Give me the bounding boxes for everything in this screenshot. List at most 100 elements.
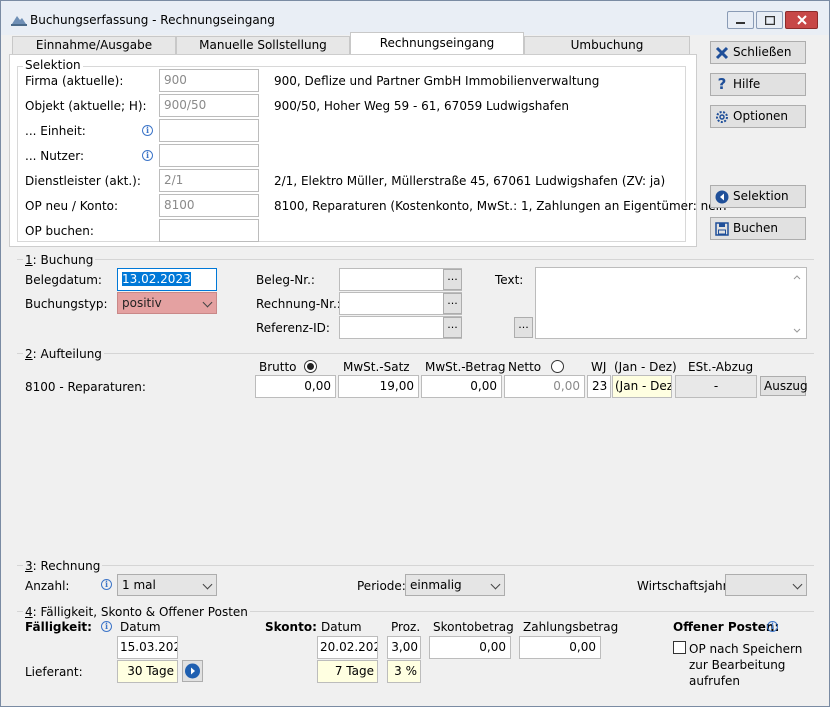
zahlungsbetrag-input[interactable]: 0,00 — [519, 636, 601, 659]
firma-label: Firma (aktuelle): — [25, 74, 124, 88]
tab-manuelle-sollstellung[interactable]: Manuelle Sollstellung — [176, 36, 350, 54]
options-button[interactable]: Optionen — [710, 105, 806, 128]
anzahl-info-icon[interactable]: i — [101, 579, 112, 590]
rechnungnr-browse-button[interactable]: ... — [443, 293, 462, 314]
close-window-button[interactable] — [785, 11, 818, 29]
einheit-info-icon[interactable]: i — [142, 125, 153, 136]
rechnung-divider — [17, 565, 814, 566]
skonto-datum-input[interactable]: 20.02.2023 — [317, 636, 378, 659]
est-field: - — [675, 375, 757, 398]
maximize-icon — [764, 15, 775, 25]
konto-row-label: 8100 - Reparaturen: — [25, 380, 146, 394]
skonto-tage-field: 7 Tage — [317, 660, 378, 683]
chevron-down-icon — [792, 579, 803, 590]
mwst-satz-header: MwSt.-Satz — [343, 360, 410, 374]
firma-input[interactable]: 900 — [159, 69, 259, 92]
auszug-button[interactable]: Auszug — [760, 376, 808, 396]
maximize-button[interactable] — [756, 11, 783, 29]
einheit-input[interactable] — [159, 119, 259, 142]
netto-input[interactable]: 0,00 — [504, 375, 585, 398]
period-field: (Jan - Dez) — [612, 375, 672, 398]
referenzid-label: Referenz-ID: — [256, 321, 330, 335]
help-button-label: Hilfe — [733, 77, 761, 91]
close-button[interactable]: Schließen — [710, 41, 806, 64]
dienstleister-desc: 2/1, Elektro Müller, Müllerstraße 45, 67… — [274, 174, 666, 188]
belegnr-browse-button[interactable]: ... — [443, 269, 462, 290]
wirtschaftsjahr-select[interactable] — [725, 574, 807, 596]
brutto-input[interactable]: 0,00 — [255, 375, 336, 398]
referenzid-browse-button[interactable]: ... — [443, 317, 462, 338]
text-scrollbar[interactable] — [793, 274, 801, 334]
op-checkbox[interactable] — [673, 641, 686, 654]
nutzer-info-icon[interactable]: i — [142, 150, 153, 161]
periode-select[interactable]: einmalig — [405, 574, 505, 596]
faelligkeit-datum-input[interactable]: 15.03.2023 — [117, 636, 178, 659]
tab-umbuchung[interactable]: Umbuchung — [524, 36, 690, 54]
faelligkeit-info-icon[interactable]: i — [101, 621, 112, 632]
selection-button-label: Selektion — [733, 189, 789, 203]
proz-label: Proz. — [391, 620, 421, 634]
selection-button[interactable]: Selektion — [710, 185, 806, 208]
window-title: Buchungserfassung - Rechnungseingang — [30, 13, 275, 27]
op-konto-desc: 8100, Reparaturen (Kostenkonto, MwSt.: 1… — [274, 199, 727, 213]
objekt-label: Objekt (aktuelle; H): — [25, 99, 147, 113]
mwst-betrag-header: MwSt.-Betrag — [425, 360, 506, 374]
lieferant-tage-field: 30 Tage — [117, 660, 178, 683]
op-buchen-input[interactable] — [159, 219, 259, 242]
book-button[interactable]: Buchen — [710, 217, 806, 240]
minimize-button[interactable] — [727, 11, 754, 29]
book-button-label: Buchen — [733, 221, 779, 235]
tab-einnahme-ausgabe[interactable]: Einnahme/Ausgabe — [12, 36, 176, 54]
faelligkeit-datum-label: Datum — [120, 620, 161, 634]
netto-radio[interactable] — [551, 360, 564, 373]
selektion-title: Selektion — [23, 58, 83, 72]
skontobetrag-input[interactable]: 0,00 — [429, 636, 511, 659]
lieferant-go-button[interactable] — [182, 660, 203, 682]
options-button-label: Optionen — [733, 109, 789, 123]
buchung-title: 1: Buchung — [23, 253, 96, 267]
buchungstyp-select[interactable]: positiv — [117, 292, 217, 314]
tab-rechnungseingang[interactable]: Rechnungseingang — [350, 32, 524, 55]
wj-input[interactable]: 23 — [587, 375, 611, 398]
close-icon — [796, 15, 807, 25]
play-circle-icon — [185, 663, 200, 679]
op-konto-input[interactable]: 8100 — [159, 194, 259, 217]
proz-input[interactable]: 3,00 — [387, 636, 421, 659]
belegdatum-label: Belegdatum: — [25, 273, 102, 287]
nutzer-label: ... Nutzer: — [25, 149, 84, 163]
x-icon — [715, 46, 729, 59]
aufteilung-divider — [17, 353, 814, 354]
dienstleister-label: Dienstleister (akt.): — [25, 174, 141, 188]
dienstleister-input[interactable]: 2/1 — [159, 169, 259, 192]
close-button-label: Schließen — [733, 45, 792, 59]
op-buchen-label: OP buchen: — [25, 224, 94, 238]
belegdatum-input[interactable]: 13.02.2023 — [117, 268, 217, 291]
faelligkeit-label: Fälligkeit: — [25, 620, 92, 634]
einheit-label: ... Einheit: — [25, 124, 86, 138]
anzahl-select[interactable]: 1 mal — [117, 574, 217, 596]
offener-posten-label: Offener Posten: — [673, 620, 780, 634]
zahlungsbetrag-label: Zahlungsbetrag — [523, 620, 619, 634]
text-area[interactable] — [535, 267, 807, 339]
offener-posten-info-icon[interactable]: i — [767, 621, 778, 632]
faelligkeit-title: 4: Fälligkeit, Skonto & Offener Posten — [23, 605, 250, 619]
nutzer-input[interactable] — [159, 144, 259, 167]
objekt-input[interactable]: 900/50 — [159, 94, 259, 117]
brutto-radio[interactable] — [304, 360, 317, 373]
mwst-betrag-input[interactable]: 0,00 — [421, 375, 502, 398]
mwst-satz-input[interactable]: 19,00 — [338, 375, 419, 398]
skonto-prozent-field: 3 % — [387, 660, 421, 683]
buchung-divider — [17, 259, 814, 260]
firma-desc: 900, Deflize und Partner GmbH Immobilien… — [274, 74, 600, 88]
app-icon — [11, 16, 27, 26]
skonto-datum-label: Datum — [321, 620, 362, 634]
gear-icon — [716, 110, 728, 123]
netto-header: Netto — [508, 360, 542, 374]
help-button[interactable]: ? Hilfe — [710, 73, 806, 96]
lieferant-label: Lieferant: — [25, 665, 83, 679]
buchungstyp-label: Buchungstyp: — [25, 297, 108, 311]
belegnr-label: Beleg-Nr.: — [256, 273, 315, 287]
save-icon — [715, 221, 729, 236]
text-browse-button[interactable]: ... — [514, 317, 533, 338]
objekt-desc: 900/50, Hoher Weg 59 - 61, 67059 Ludwigs… — [274, 99, 569, 113]
